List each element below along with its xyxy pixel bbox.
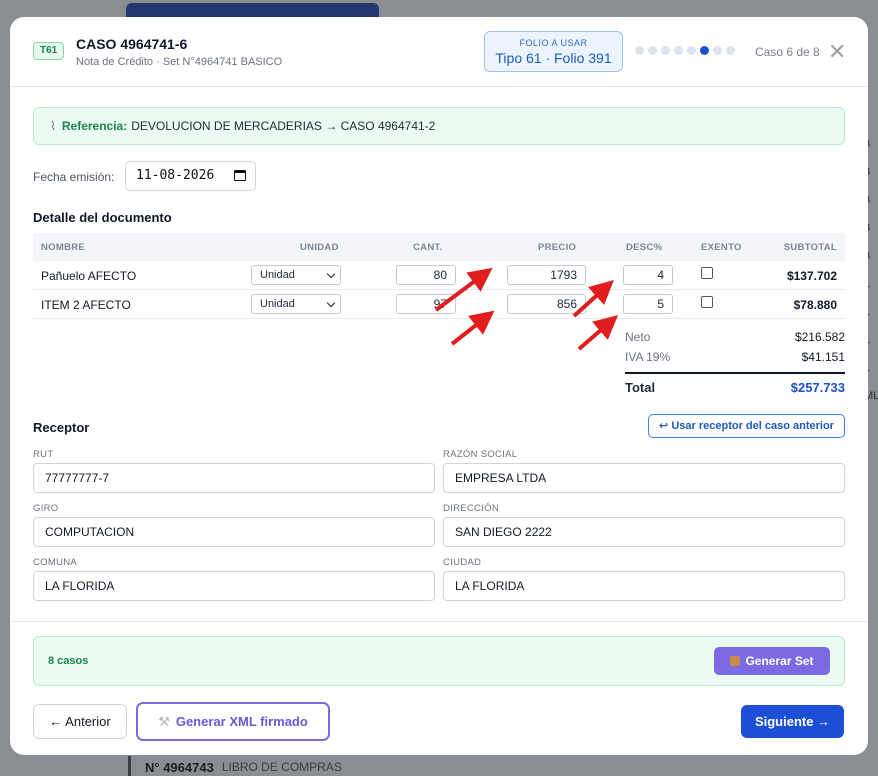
item-name: ITEM 2 AFECTO: [41, 298, 131, 312]
previous-button[interactable]: ← Anterior: [33, 704, 127, 739]
reference-banner: ⌇ Referencia: DEVOLUCION DE MERCADERIAS → …: [33, 107, 845, 145]
step-dot: [674, 46, 683, 55]
date-value: 11-08-2026: [136, 168, 215, 183]
calendar-icon[interactable]: [234, 170, 246, 181]
bg-number: N° 4964743: [145, 759, 214, 775]
paperclip-icon: ⌇: [50, 119, 56, 133]
receptor-title: Receptor: [33, 420, 90, 435]
table-row: Pañuelo AFECTO Unidad 80 1793 4 $137.702: [33, 261, 845, 290]
discount-input[interactable]: 4: [623, 265, 673, 285]
qty-input[interactable]: 80: [396, 265, 456, 285]
step-dots: [635, 46, 735, 55]
direccion-input[interactable]: SAN DIEGO 2222: [443, 517, 845, 547]
unit-value: Unidad: [260, 298, 295, 310]
col-precio: PRECIO: [538, 242, 577, 253]
iva-label: IVA 19%: [625, 350, 671, 364]
wrench-icon: ⚒: [158, 714, 170, 729]
step-dot: [713, 46, 722, 55]
ciudad-input[interactable]: LA FLORIDA: [443, 571, 845, 601]
comuna-input[interactable]: LA FLORIDA: [33, 571, 435, 601]
col-nombre: NOMBRE: [41, 242, 86, 253]
price-input[interactable]: 1793: [507, 265, 586, 285]
date-label: Fecha emisión:: [33, 170, 115, 184]
case-count: Caso 6 de 8: [755, 45, 820, 59]
rut-input[interactable]: 77777777-7: [33, 463, 435, 493]
step-dot: [687, 46, 696, 55]
case-subtitle: Nota de Crédito · Set N°4964741 BASICO: [76, 56, 283, 68]
price-input[interactable]: 856: [507, 294, 586, 314]
col-subtotal: SUBTOTAL: [783, 242, 837, 253]
step-dot: [635, 46, 644, 55]
cases-count: 8 casos: [48, 655, 89, 667]
total-label: Total: [625, 380, 656, 395]
folio-label: FOLIO A USAR: [519, 38, 588, 48]
generate-xml-button[interactable]: ⚒ Generar XML firmado: [136, 702, 330, 741]
divider: [10, 621, 868, 622]
col-exento: EXENTO: [701, 242, 742, 253]
rut-label: RUT: [33, 449, 54, 460]
bg-label: LIBRO DE COMPRAS: [221, 760, 342, 774]
discount-input[interactable]: 5: [623, 294, 673, 314]
qty-input[interactable]: 97: [396, 294, 456, 314]
total-value: $257.733: [790, 380, 845, 395]
folio-value: Tipo 61 · Folio 391: [495, 50, 612, 66]
step-dot: [700, 46, 709, 55]
total-line: Total $257.733: [625, 372, 845, 398]
neto-value: $216.582: [794, 330, 845, 344]
reference-text: DEVOLUCION DE MERCADERIAS → CASO 4964741…: [131, 119, 436, 133]
giro-input[interactable]: COMPUTACION: [33, 517, 435, 547]
col-unidad: UNIDAD: [300, 242, 339, 253]
chevron-down-icon: [326, 269, 336, 279]
neto-line: Neto $216.582: [625, 330, 845, 350]
comuna-label: COMUNA: [33, 557, 78, 568]
case-modal: T61 CASO 4964741-6 Nota de Crédito · Set…: [10, 17, 868, 755]
date-input[interactable]: 11-08-2026: [125, 161, 256, 191]
chevron-down-icon: [326, 298, 336, 308]
exento-checkbox[interactable]: [701, 296, 713, 308]
row-subtotal: $137.702: [786, 269, 837, 283]
folio-box: FOLIO A USAR Tipo 61 · Folio 391: [484, 31, 623, 72]
row-subtotal: $78.880: [793, 298, 837, 312]
ciudad-label: CIUDAD: [443, 557, 482, 568]
background-bottom-row: N° 4964743 LIBRO DE COMPRAS: [128, 756, 342, 776]
generate-set-button[interactable]: Generar Set: [714, 647, 830, 675]
exento-checkbox[interactable]: [701, 267, 713, 279]
razon-social-input[interactable]: EMPRESA LTDA: [443, 463, 845, 493]
step-dot: [661, 46, 670, 55]
step-dot: [726, 46, 735, 55]
totals-box: Neto $216.582 IVA 19% $41.151 Total $257.73…: [625, 330, 845, 398]
table-header: NOMBRE UNIDAD CANT. PRECIO DESC% EXENTO …: [33, 233, 845, 261]
detail-title: Detalle del documento: [33, 210, 172, 225]
detail-table: NOMBRE UNIDAD CANT. PRECIO DESC% EXENTO …: [33, 233, 845, 319]
doc-type-badge: T61: [33, 42, 65, 60]
package-icon: [730, 656, 741, 666]
unit-select[interactable]: Unidad: [251, 265, 341, 285]
col-desc: DESC%: [626, 242, 663, 253]
table-row: ITEM 2 AFECTO Unidad 97 856 5 $78.880: [33, 290, 845, 319]
modal-header: T61 CASO 4964741-6 Nota de Crédito · Set…: [10, 17, 868, 87]
reference-label: Referencia:: [61, 119, 128, 133]
razon-social-label: RAZÓN SOCIAL: [443, 449, 518, 460]
iva-value: $41.151: [801, 350, 845, 364]
case-title: CASO 4964741-6: [76, 36, 188, 52]
generate-xml-label: Generar XML firmado: [175, 714, 308, 729]
cases-banner: 8 casos Generar Set: [33, 636, 845, 686]
iva-line: IVA 19% $41.151: [625, 350, 845, 370]
neto-label: Neto: [625, 330, 651, 344]
col-cant: CANT.: [413, 242, 443, 253]
step-dot: [648, 46, 657, 55]
direccion-label: DIRECCIÓN: [443, 503, 500, 514]
unit-value: Unidad: [260, 269, 295, 281]
item-name: Pañuelo AFECTO: [41, 269, 137, 283]
use-previous-receptor-button[interactable]: ↩ Usar receptor del caso anterior: [648, 414, 845, 438]
giro-label: GIRO: [33, 503, 59, 514]
next-button[interactable]: Siguiente →: [741, 705, 844, 738]
unit-select[interactable]: Unidad: [251, 294, 341, 314]
generate-set-label: Generar Set: [745, 654, 814, 668]
close-icon[interactable]: ✕: [828, 41, 846, 63]
